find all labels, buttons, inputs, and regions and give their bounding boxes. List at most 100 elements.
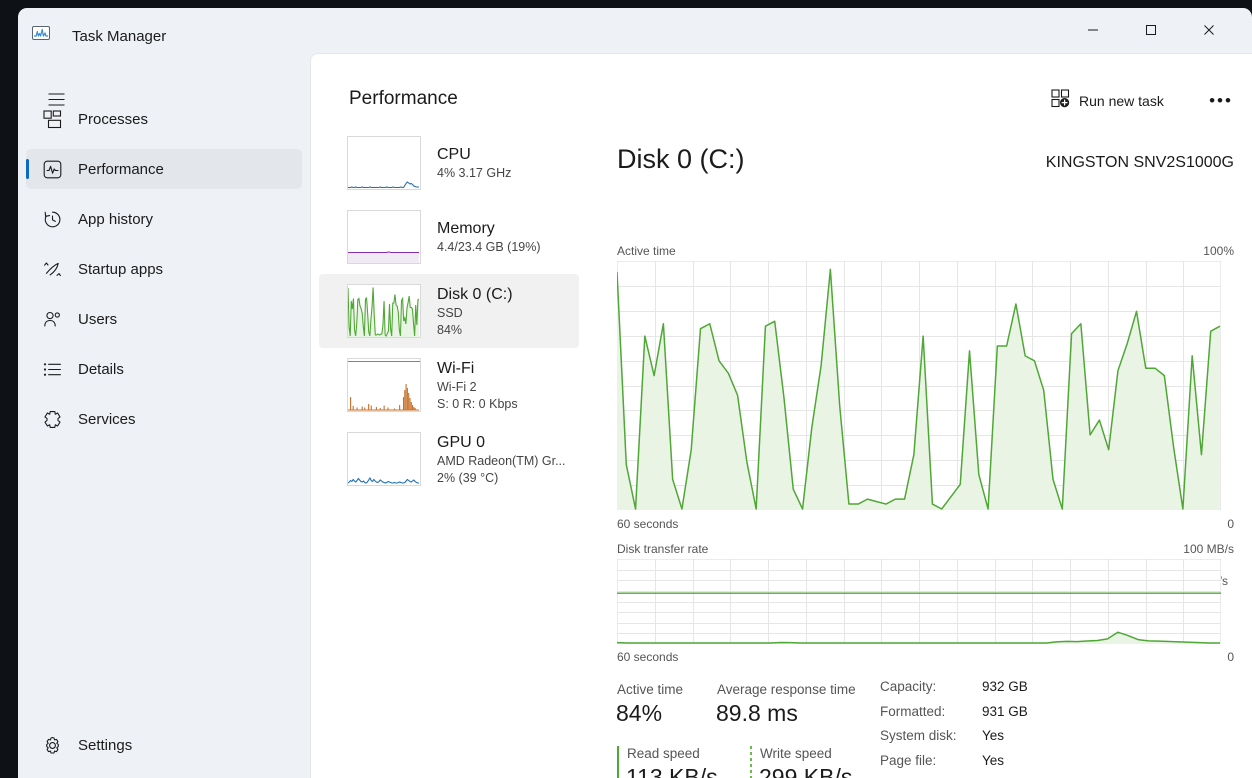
rocket-icon — [26, 260, 78, 279]
more-options-button[interactable]: ••• — [1203, 84, 1239, 118]
sidebar-item-processes[interactable]: Processes — [26, 99, 302, 139]
property-key: Page file: — [880, 752, 937, 768]
transfer-rate-chart-xlabel: 60 seconds — [617, 650, 679, 664]
sidebar-item-label: Details — [78, 360, 124, 378]
sidebar-item-label: Services — [78, 410, 136, 428]
device-item-wi-fi[interactable]: Wi-Fi Wi-Fi 2 S: 0 R: 0 Kbps — [319, 348, 579, 422]
window-title: Task Manager — [72, 28, 167, 45]
write-speed-label: Write speed — [760, 746, 832, 761]
device-detail: 84% — [437, 322, 463, 337]
disk-transfer-rate-chart — [616, 558, 1222, 645]
transfer-rate-chart-ymax: 100 MB/s — [1183, 542, 1234, 556]
users-icon — [26, 310, 78, 329]
property-value: Yes — [982, 728, 1005, 743]
run-new-task-label: Run new task — [1079, 93, 1164, 109]
disk-model: KINGSTON SNV2S1000G — [1045, 154, 1234, 171]
device-text: Memory 4.4/23.4 GB (19%) — [437, 218, 541, 256]
sidebar-item-startup-apps[interactable]: Startup apps — [26, 249, 302, 289]
device-item-disk-0-c[interactable]: Disk 0 (C:) SSD 84% — [319, 274, 579, 348]
sidebar-item-details[interactable]: Details — [26, 349, 302, 389]
device-detail: AMD Radeon(TM) Gr... — [437, 453, 566, 468]
gear-icon — [26, 736, 78, 755]
device-thumbnail-chart — [347, 284, 421, 338]
device-name: CPU — [437, 146, 471, 163]
device-name: Memory — [437, 220, 495, 237]
property-row: Capacity: 932 GB — [880, 679, 1170, 704]
sidebar-item-users[interactable]: Users — [26, 299, 302, 339]
performance-icon — [26, 160, 78, 179]
device-text: Wi-Fi Wi-Fi 2 S: 0 R: 0 Kbps — [437, 358, 518, 413]
device-detail: Wi-Fi 2 — [437, 379, 477, 394]
device-thumbnail-chart — [347, 136, 421, 190]
close-button[interactable] — [1186, 8, 1232, 52]
maximize-button[interactable] — [1128, 8, 1174, 52]
read-speed-value: 113 KB/s — [626, 764, 718, 778]
active-time-chart-ymax: 100% — [1203, 244, 1234, 258]
services-icon — [26, 410, 78, 429]
history-icon — [26, 210, 78, 229]
device-thumbnail-chart — [347, 432, 421, 486]
sidebar-item-label: Users — [78, 310, 118, 328]
sidebar-item-settings[interactable]: Settings — [26, 725, 302, 765]
device-thumbnail-chart — [347, 210, 421, 264]
device-thumbnail-chart — [347, 358, 421, 412]
read-speed-label: Read speed — [627, 746, 700, 761]
device-detail: SSD — [437, 305, 463, 320]
sidebar-item-label: Startup apps — [78, 260, 164, 278]
sidebar-item-performance[interactable]: Performance — [26, 149, 302, 189]
device-item-memory[interactable]: Memory 4.4/23.4 GB (19%) — [319, 200, 579, 274]
device-detail: 4.4/23.4 GB (19%) — [437, 240, 541, 254]
content-header: Performance Run new task ••• — [311, 54, 1252, 110]
sidebar-item-app-history[interactable]: App history — [26, 199, 302, 239]
device-item-gpu-0[interactable]: GPU 0 AMD Radeon(TM) Gr... 2% (39 °C) — [319, 422, 579, 496]
sidebar-item-label: Performance — [78, 160, 164, 178]
disk-properties: Capacity: 932 GB Formatted: 931 GB System di… — [880, 679, 1170, 778]
chart-monitor-icon — [30, 22, 52, 44]
device-detail: 4% 3.17 GHz — [437, 166, 512, 180]
property-value: 931 GB — [982, 703, 1028, 719]
property-value: Yes — [982, 752, 1005, 768]
disk-stats: Active time 84% Average response time 89… — [587, 674, 1252, 778]
active-time-stat-value: 84% — [616, 700, 663, 726]
active-time-chart-label: Active time — [617, 244, 676, 258]
minimize-button[interactable] — [1070, 8, 1116, 52]
active-time-chart-ymin: 0 — [1227, 517, 1234, 531]
active-time-chart-xlabel: 60 seconds — [617, 517, 679, 531]
property-row: Page file: Yes — [880, 753, 1170, 778]
task-manager-window: Task Manager Processes Performance App h… — [18, 8, 1252, 778]
property-row: Formatted: 931 GB — [880, 704, 1170, 729]
device-name: GPU 0 — [437, 433, 486, 451]
write-speed-value: 299 KB/s — [759, 764, 853, 778]
device-name: Wi-Fi — [437, 359, 475, 377]
active-time-chart — [616, 260, 1222, 511]
content-panel: Performance Run new task ••• CPU 4% 3.17 … — [310, 53, 1252, 778]
new-task-icon — [1051, 89, 1070, 113]
transfer-rate-chart-ymin: 0 — [1227, 650, 1234, 664]
device-text: Disk 0 (C:) SSD 84% — [437, 284, 513, 339]
device-name: Disk 0 (C:) — [437, 285, 513, 303]
read-speed-legend-swatch — [617, 746, 619, 778]
device-text: GPU 0 AMD Radeon(TM) Gr... 2% (39 °C) — [437, 432, 566, 487]
active-time-stat-label: Active time — [617, 682, 684, 697]
property-key: System disk: — [880, 728, 957, 743]
device-list[interactable]: CPU 4% 3.17 GHz Memory 4.4/23.4 GB (19%) Dis… — [311, 126, 587, 771]
write-speed-legend-swatch — [750, 746, 752, 778]
processes-icon — [26, 109, 78, 129]
disk-title: Disk 0 (C:) — [617, 144, 745, 174]
device-detail: S: 0 R: 0 Kbps — [437, 396, 518, 411]
device-item-cpu[interactable]: CPU 4% 3.17 GHz — [319, 126, 579, 200]
sidebar-item-services[interactable]: Services — [26, 399, 302, 439]
property-row: System disk: Yes — [880, 728, 1170, 753]
response-time-stat-label: Average response time — [717, 682, 856, 697]
page-title: Performance — [349, 88, 458, 109]
response-time-stat-value: 89.8 ms — [716, 700, 798, 726]
property-key: Formatted: — [880, 703, 946, 719]
sidebar-item-label: App history — [78, 210, 154, 228]
transfer-rate-chart-label: Disk transfer rate — [617, 542, 709, 556]
run-new-task-button[interactable]: Run new task — [1041, 84, 1174, 118]
property-value: 932 GB — [982, 679, 1028, 694]
sidebar-item-label: Settings — [78, 736, 133, 754]
list-icon — [26, 360, 78, 379]
property-key: Capacity: — [880, 679, 937, 694]
device-detail: 2% (39 °C) — [437, 470, 499, 485]
